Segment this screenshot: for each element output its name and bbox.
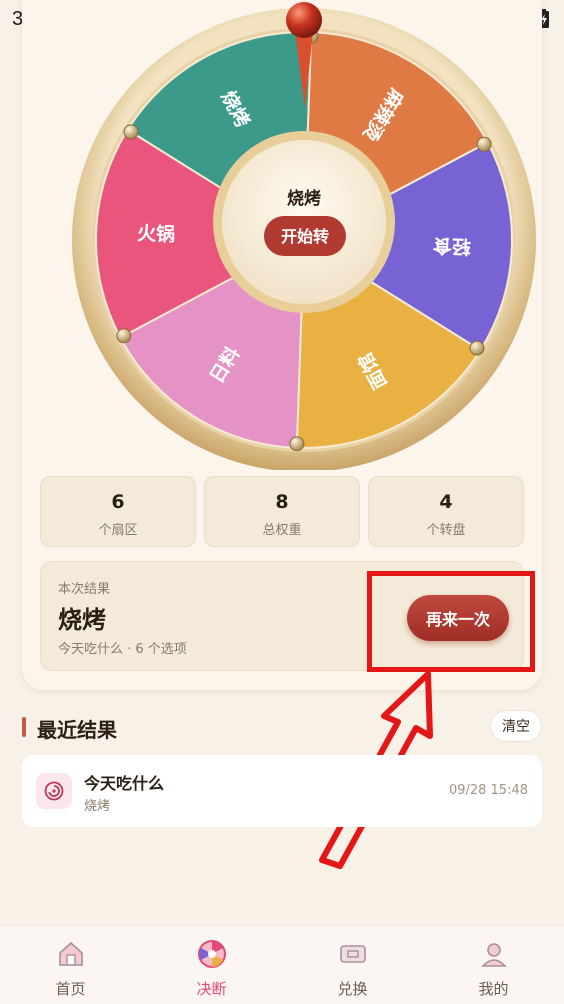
recent-header: 最近结果 清空 — [22, 710, 542, 746]
spin-button-label: 开始转 — [281, 227, 329, 246]
wheel-segment-label: 轻食 — [431, 234, 471, 258]
wheel-peg — [476, 136, 492, 152]
result-caption: 本次结果 — [58, 582, 111, 597]
wheel-peg — [469, 340, 485, 356]
item-timestamp: 09/28 15:48 — [448, 783, 528, 798]
nav-label: 兑换 — [337, 980, 368, 998]
result-name: 烧烤 — [58, 606, 106, 634]
stat-value: 4 — [439, 491, 453, 513]
recent-item[interactable]: 今天吃什么 烧烤 09/28 15:48 — [22, 755, 542, 827]
recent-title: 最近结果 — [37, 718, 117, 742]
stats-row: 6 个扇区 8 总权重 4 个转盘 — [40, 476, 524, 547]
section-accent-bar — [22, 717, 26, 737]
stat-label: 个扇区 — [98, 523, 138, 538]
nav-home[interactable]: 首页 — [0, 926, 141, 1004]
nav-profile[interactable]: 我的 — [423, 926, 564, 1004]
stat-value: 6 — [111, 491, 125, 513]
stat-sectors: 6 个扇区 — [40, 476, 196, 547]
user-icon — [480, 943, 507, 967]
ticket-icon — [339, 945, 366, 963]
wheel-peg — [289, 436, 305, 452]
pointer-knob — [286, 2, 322, 38]
home-icon — [58, 941, 83, 966]
spin-wheel[interactable]: 烧烤 麻辣烫 轻食 面馆 日料 火锅 烧烤 开始转 — [72, 0, 536, 472]
wheel-peg — [116, 328, 132, 344]
stat-value: 8 — [275, 491, 289, 513]
item-title: 今天吃什么 — [84, 774, 165, 793]
result-subtitle: 今天吃什么 · 6 个选项 — [58, 642, 187, 657]
stat-weight: 8 总权重 — [204, 476, 360, 547]
wheel-graphic: 烧烤 麻辣烫轻食面馆日料火锅 烧烤 开始转 — [72, 2, 536, 472]
current-option-label: 烧烤 — [287, 188, 321, 209]
stat-label: 个转盘 — [426, 523, 466, 538]
wheel-segment-label: 火锅 — [137, 222, 176, 246]
nav-label: 我的 — [478, 980, 509, 998]
nav-label: 决断 — [196, 980, 227, 998]
nav-label: 首页 — [55, 980, 86, 998]
wheel-icon — [197, 940, 226, 968]
clear-button[interactable]: 清空 — [490, 710, 542, 742]
nav-exchange[interactable]: 兑换 — [282, 926, 423, 1004]
stat-label: 总权重 — [262, 523, 302, 538]
spin-icon — [36, 773, 72, 809]
item-subtitle: 烧烤 — [84, 799, 111, 814]
bottom-nav: 首页 决断 兑换 我的 — [0, 925, 564, 1004]
highlight-annotation-box — [367, 571, 535, 672]
nav-decide[interactable]: 决断 — [141, 926, 282, 1004]
spin-button[interactable]: 开始转 — [264, 216, 346, 256]
wheel-peg — [123, 124, 139, 140]
stat-wheels: 4 个转盘 — [368, 476, 524, 547]
